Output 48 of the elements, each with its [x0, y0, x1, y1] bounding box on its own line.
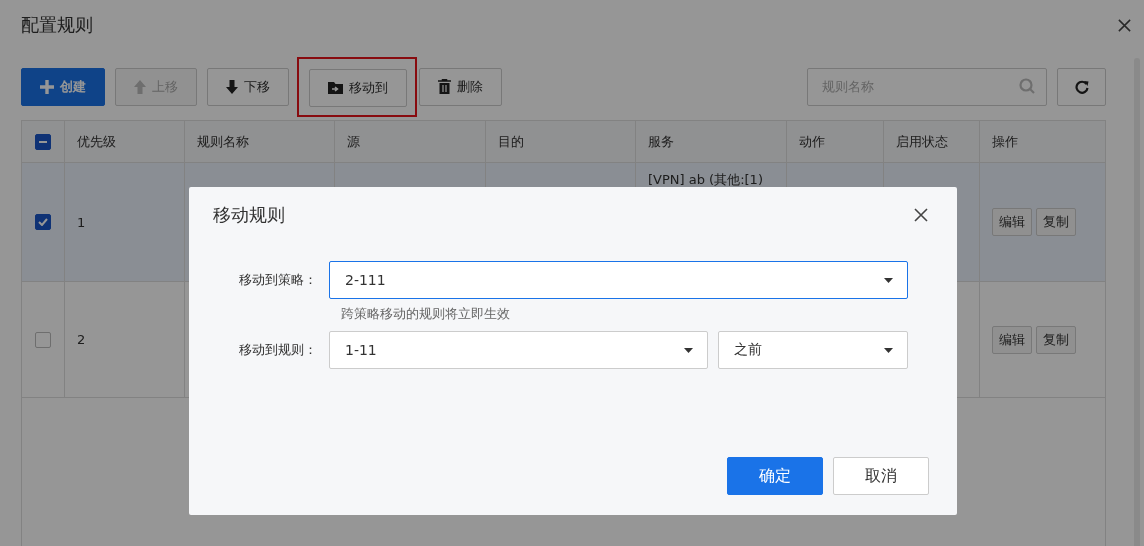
trash-icon — [438, 79, 451, 94]
select-field[interactable]: 之前 — [717, 331, 908, 369]
row-action-button[interactable]: 复制 — [1036, 325, 1076, 354]
row-checkbox[interactable] — [35, 331, 51, 348]
select-all-checkbox[interactable] — [35, 133, 51, 150]
column-header: 目的 — [498, 132, 524, 151]
arrow-up-icon — [134, 79, 146, 94]
minus-icon — [39, 140, 47, 143]
column-header: 服务 — [648, 132, 674, 151]
caret-icon — [683, 347, 693, 353]
column-header: 操作 — [992, 132, 1018, 151]
dialog-title: 移动规则 — [213, 203, 285, 227]
table-cell: 1 — [77, 214, 86, 230]
caret-icon — [884, 347, 893, 353]
table-cell: 2 — [77, 332, 86, 347]
field-label: 移动到规则： — [238, 341, 318, 359]
field-label: 移动到策略： — [238, 271, 318, 289]
folder-arrow-icon — [328, 81, 343, 94]
close-button[interactable] — [1117, 17, 1132, 33]
row-action-button[interactable]: 编辑 — [992, 325, 1032, 354]
plus-icon — [40, 79, 54, 94]
row-action-button[interactable]: 编辑 — [992, 208, 1032, 236]
column-header: 规则名称 — [197, 132, 249, 151]
dialog-button[interactable]: 确定 — [727, 457, 823, 495]
column-header: 优先级 — [77, 132, 116, 151]
dialog-button[interactable]: 取消 — [833, 457, 929, 495]
table-cell: [VPN] ab (其他:[1) — [648, 171, 763, 189]
close-icon — [1117, 17, 1132, 33]
row-checkbox[interactable] — [35, 214, 51, 230]
field-hint: 跨策略移动的规则将立即生效 — [340, 305, 511, 323]
toolbar-button[interactable]: 移动到 — [309, 68, 407, 107]
check-icon — [38, 218, 48, 226]
toolbar-button[interactable]: 下移 — [207, 67, 289, 106]
search-icon — [1019, 77, 1035, 94]
column-header: 动作 — [799, 132, 825, 151]
refresh-icon — [1074, 79, 1089, 94]
refresh-button[interactable] — [1057, 67, 1106, 106]
arrow-down-icon — [226, 79, 238, 94]
dialog-close-button[interactable] — [913, 207, 929, 223]
column-header: 源 — [347, 132, 360, 151]
close-icon — [913, 207, 929, 223]
select-field[interactable]: 2-111 — [329, 261, 908, 299]
select-field[interactable]: 1-11 — [329, 331, 708, 369]
page-title: 配置规则 — [21, 13, 93, 37]
toolbar-button[interactable]: 创建 — [21, 67, 105, 106]
row-action-button[interactable]: 复制 — [1036, 208, 1076, 236]
toolbar-button[interactable]: 删除 — [419, 67, 502, 106]
column-header: 启用状态 — [896, 132, 948, 151]
